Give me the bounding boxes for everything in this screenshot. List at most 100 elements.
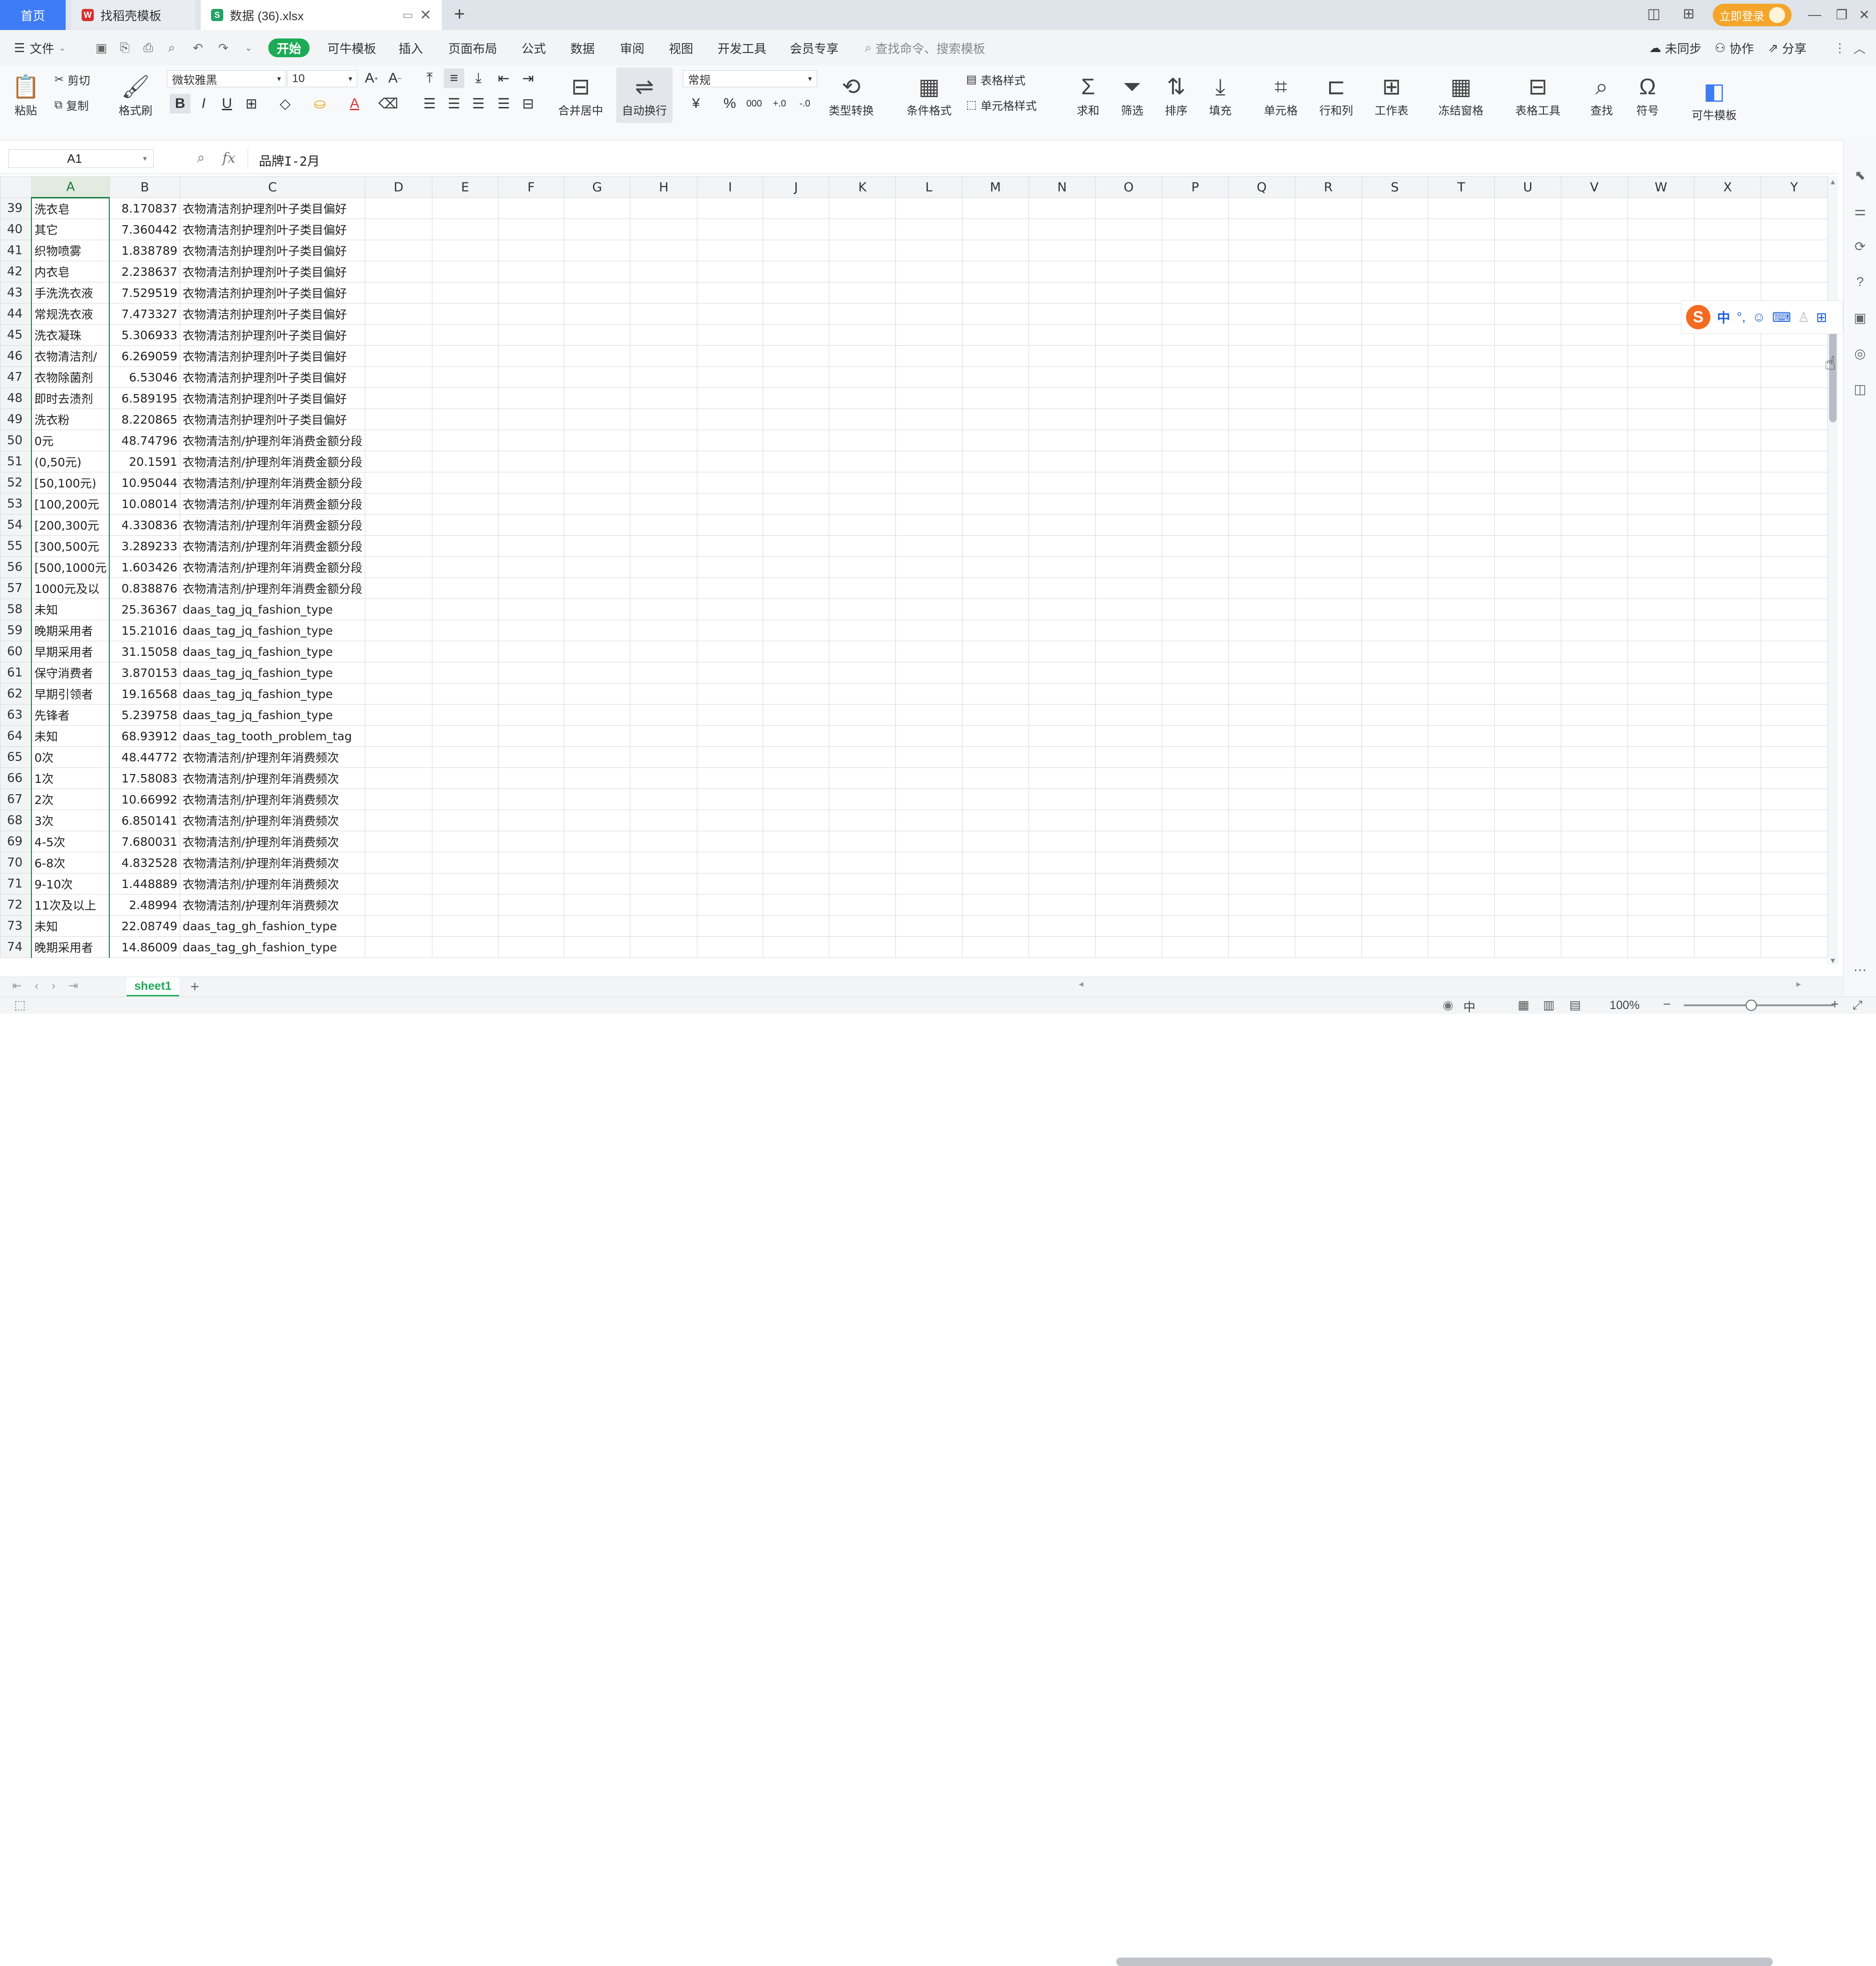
cell-empty[interactable] [1228, 873, 1295, 895]
cell-empty[interactable] [498, 472, 565, 493]
cell-empty[interactable] [630, 894, 698, 916]
cell-empty[interactable] [763, 472, 830, 493]
column-header-f[interactable]: F [498, 176, 565, 198]
zoom-level[interactable]: 100% [1610, 999, 1640, 1012]
cell-empty[interactable] [697, 810, 764, 831]
pin-icon[interactable]: ▭ [402, 8, 413, 22]
cell-empty[interactable] [697, 303, 764, 325]
row-header[interactable]: 63 [0, 704, 32, 726]
align-top-icon[interactable]: ⤒ [419, 68, 440, 88]
cell-empty[interactable] [763, 240, 830, 261]
cell-empty[interactable] [1428, 577, 1495, 599]
cell-empty[interactable] [763, 387, 830, 409]
cell-a[interactable]: 洗衣皂 [31, 197, 110, 219]
cell-empty[interactable] [1560, 493, 1628, 515]
row-header[interactable]: 39 [0, 197, 32, 219]
align-center-icon[interactable]: ☰ [444, 94, 464, 114]
cell-empty[interactable] [763, 366, 830, 388]
cell-empty[interactable] [763, 620, 830, 641]
cell-empty[interactable] [1095, 197, 1162, 219]
cell-empty[interactable] [829, 641, 896, 662]
cell-empty[interactable] [431, 366, 499, 388]
cell-empty[interactable] [498, 387, 565, 409]
row-header[interactable]: 65 [0, 746, 32, 768]
cell-a[interactable]: 早期引领者 [31, 683, 110, 705]
cell-empty[interactable] [895, 514, 962, 536]
cell-empty[interactable] [829, 219, 896, 240]
increase-font-icon[interactable]: A + [361, 68, 382, 88]
cell-empty[interactable] [1095, 303, 1162, 325]
sheet-tab-sheet1[interactable]: sheet1 [127, 977, 179, 996]
cell-empty[interactable] [1028, 240, 1096, 261]
cell-a[interactable]: 内衣皂 [31, 261, 110, 282]
cell-empty[interactable] [1095, 683, 1162, 705]
more-options-icon[interactable]: ⋯ [1852, 962, 1868, 978]
cell-empty[interactable] [1761, 683, 1828, 705]
cell-empty[interactable] [1428, 493, 1495, 515]
row-header[interactable]: 54 [0, 514, 32, 536]
cell-empty[interactable] [829, 789, 896, 810]
tab-template[interactable]: W 找稻壳模板 [71, 0, 196, 30]
cell-empty[interactable] [1428, 409, 1495, 430]
cell-empty[interactable] [895, 725, 962, 747]
cell-empty[interactable] [1294, 704, 1362, 726]
cell-empty[interactable] [564, 873, 631, 895]
cell-b[interactable]: 6.269059 [109, 345, 181, 367]
cell-empty[interactable] [1761, 345, 1828, 367]
cell-a[interactable]: 洗衣粉 [31, 409, 110, 430]
cell-empty[interactable] [498, 746, 565, 768]
cell-empty[interactable] [1361, 789, 1429, 810]
cell-a[interactable]: 未知 [31, 915, 110, 937]
cell-empty[interactable] [498, 197, 565, 219]
cell-empty[interactable] [697, 577, 764, 599]
row-header[interactable]: 58 [0, 599, 32, 620]
cell-a[interactable]: [100,200元 [31, 493, 110, 515]
cell-a[interactable]: 1次 [31, 767, 110, 789]
cell-empty[interactable] [1428, 767, 1495, 789]
cell-empty[interactable] [431, 599, 499, 620]
cell-empty[interactable] [829, 303, 896, 325]
row-header[interactable]: 49 [0, 409, 32, 430]
cell-empty[interactable] [1627, 831, 1695, 852]
cell-c[interactable]: 衣物清洁剂/护理剂年消费金额分段 [180, 493, 365, 515]
cell-c[interactable]: 衣物清洁剂/护理剂年消费金额分段 [180, 514, 365, 536]
row-header[interactable]: 70 [0, 852, 32, 873]
cell-empty[interactable] [630, 324, 698, 346]
cell-empty[interactable] [630, 535, 698, 557]
cell-empty[interactable] [1095, 789, 1162, 810]
cell-empty[interactable] [1095, 535, 1162, 557]
cell-empty[interactable] [763, 261, 830, 282]
undo-icon[interactable]: ↶ [189, 38, 207, 57]
cell-empty[interactable] [564, 261, 631, 282]
cell-empty[interactable] [498, 514, 565, 536]
cell-empty[interactable] [1560, 620, 1628, 641]
cell-empty[interactable] [1161, 409, 1229, 430]
cell-empty[interactable] [895, 282, 962, 304]
cell-empty[interactable] [763, 810, 830, 831]
cell-empty[interactable] [1494, 894, 1561, 916]
row-header[interactable]: 64 [0, 725, 32, 747]
wrap-text-button[interactable]: ⇌ 自动换行 [616, 68, 673, 123]
cell-empty[interactable] [1294, 303, 1362, 325]
cell-empty[interactable] [961, 303, 1029, 325]
cell-empty[interactable] [1694, 641, 1762, 662]
cell-empty[interactable] [1028, 641, 1096, 662]
cell-empty[interactable] [697, 915, 764, 937]
cell-empty[interactable] [431, 789, 499, 810]
column-header-m[interactable]: M [961, 176, 1029, 198]
cell-empty[interactable] [564, 810, 631, 831]
cell-empty[interactable] [763, 725, 830, 747]
cell-b[interactable]: 20.1591 [109, 451, 181, 472]
cell-empty[interactable] [1361, 514, 1429, 536]
cell-empty[interactable] [498, 282, 565, 304]
cell-empty[interactable] [1294, 240, 1362, 261]
cell-empty[interactable] [1428, 535, 1495, 557]
cell-empty[interactable] [1627, 577, 1695, 599]
cell-empty[interactable] [431, 303, 499, 325]
cell-empty[interactable] [1095, 577, 1162, 599]
cell-empty[interactable] [1428, 662, 1495, 683]
decrease-decimal-icon[interactable]: -.0 [794, 94, 815, 114]
cell-empty[interactable] [1361, 936, 1429, 958]
cell-b[interactable]: 2.48994 [109, 894, 181, 916]
cell-empty[interactable] [829, 556, 896, 578]
